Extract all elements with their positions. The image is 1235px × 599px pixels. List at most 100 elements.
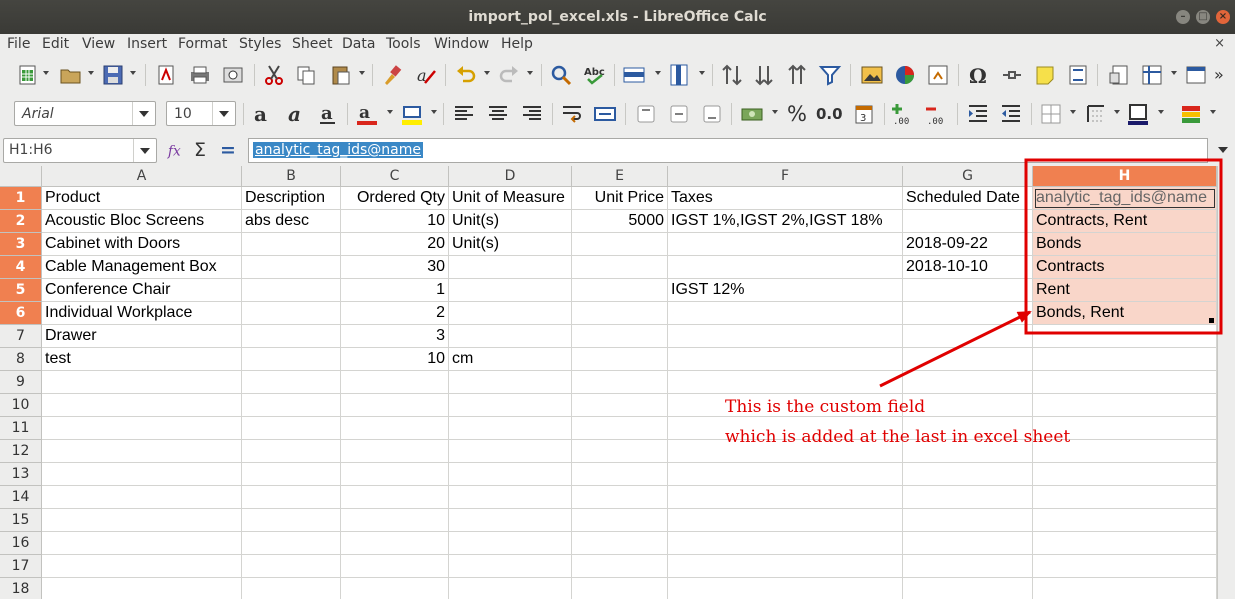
cell-c8[interactable]: 10 (341, 348, 449, 371)
cell-e16[interactable] (572, 532, 668, 555)
cell-a17[interactable] (42, 555, 242, 578)
cell-e6[interactable] (572, 302, 668, 325)
cell-c12[interactable] (341, 440, 449, 463)
border-style-icon[interactable] (1084, 102, 1108, 126)
cell-b6[interactable] (242, 302, 341, 325)
cell-d2[interactable]: Unit(s) (449, 210, 572, 233)
menu-tools[interactable]: Tools (386, 36, 421, 52)
cell-b16[interactable] (242, 532, 341, 555)
cell-g16[interactable] (903, 532, 1033, 555)
cell-g9[interactable] (903, 371, 1033, 394)
cell-g18[interactable] (903, 578, 1033, 599)
cell-g13[interactable] (903, 463, 1033, 486)
increase-indent-icon[interactable] (966, 102, 990, 126)
cell-a16[interactable] (42, 532, 242, 555)
cell-e9[interactable] (572, 371, 668, 394)
cell-h6[interactable]: Bonds, Rent (1033, 302, 1217, 325)
close-window-button[interactable]: × (1216, 10, 1230, 24)
cell-a8[interactable]: test (42, 348, 242, 371)
highlighting-color-icon[interactable] (400, 102, 424, 126)
cell-a6[interactable]: Individual Workplace (42, 302, 242, 325)
print-icon[interactable] (188, 63, 212, 87)
formula-equals-icon[interactable]: = (220, 139, 242, 161)
paste-icon[interactable] (329, 63, 353, 87)
conditional-format-icon[interactable] (1179, 102, 1203, 126)
menu-styles[interactable]: Styles (239, 36, 281, 52)
cell-g17[interactable] (903, 555, 1033, 578)
menu-insert[interactable]: Insert (127, 36, 167, 52)
cell-h1[interactable]: analytic_tag_ids@name (1033, 187, 1217, 210)
cell-f4[interactable] (668, 256, 903, 279)
cell-d17[interactable] (449, 555, 572, 578)
cell-g15[interactable] (903, 509, 1033, 532)
cell-e13[interactable] (572, 463, 668, 486)
more-toolbar-icon[interactable]: » (1214, 65, 1235, 89)
number-format-button[interactable]: 0.0 (816, 102, 844, 126)
spreadsheet-grid[interactable]: A B C D E F G H 1 Product Description Ordered Qty Un… (0, 166, 1235, 599)
cell-g2[interactable] (903, 210, 1033, 233)
cell-b5[interactable] (242, 279, 341, 302)
font-size-box[interactable]: 10 (166, 101, 236, 126)
cell-c6[interactable]: 2 (341, 302, 449, 325)
bold-icon[interactable]: a (250, 102, 274, 126)
cut-icon[interactable] (262, 63, 286, 87)
cell-d14[interactable] (449, 486, 572, 509)
cell-d15[interactable] (449, 509, 572, 532)
sort-descending-icon[interactable] (785, 63, 809, 87)
cell-b14[interactable] (242, 486, 341, 509)
column-header-f[interactable]: F (668, 166, 903, 187)
row-header[interactable]: 14 (0, 486, 42, 509)
cell-b3[interactable] (242, 233, 341, 256)
cell-d3[interactable]: Unit(s) (449, 233, 572, 256)
font-name-dropdown-icon[interactable] (132, 102, 155, 125)
column-header-h[interactable]: H (1033, 166, 1217, 187)
align-right-icon[interactable] (520, 102, 544, 126)
insert-chart-icon[interactable] (893, 63, 917, 87)
spelling-icon[interactable]: Abc (583, 63, 607, 87)
row-header[interactable]: 8 (0, 348, 42, 371)
cell-e12[interactable] (572, 440, 668, 463)
export-pdf-icon[interactable] (154, 63, 178, 87)
cell-b11[interactable] (242, 417, 341, 440)
cell-h16[interactable] (1033, 532, 1217, 555)
cell-b2[interactable]: abs desc (242, 210, 341, 233)
cell-h2[interactable]: Contracts, Rent (1033, 210, 1217, 233)
cell-e17[interactable] (572, 555, 668, 578)
clear-formatting-icon[interactable]: a (414, 63, 438, 87)
cell-h17[interactable] (1033, 555, 1217, 578)
cell-e10[interactable] (572, 394, 668, 417)
cell-a7[interactable]: Drawer (42, 325, 242, 348)
cell-f1[interactable]: Taxes (668, 187, 903, 210)
row-header[interactable]: 18 (0, 578, 42, 599)
row-icon[interactable] (622, 63, 646, 87)
borders-icon[interactable] (1039, 102, 1063, 126)
open-icon[interactable] (59, 63, 83, 87)
cell-b9[interactable] (242, 371, 341, 394)
center-vertically-icon[interactable] (667, 102, 691, 126)
cell-a4[interactable]: Cable Management Box (42, 256, 242, 279)
align-top-icon[interactable] (634, 102, 658, 126)
cell-h18[interactable] (1033, 578, 1217, 599)
menu-data[interactable]: Data (342, 36, 375, 52)
column-header-e[interactable]: E (572, 166, 668, 187)
align-center-icon[interactable] (486, 102, 510, 126)
cell-c11[interactable] (341, 417, 449, 440)
hyperlink-icon[interactable] (1000, 63, 1024, 87)
cell-h8[interactable] (1033, 348, 1217, 371)
cell-e18[interactable] (572, 578, 668, 599)
cell-c4[interactable]: 30 (341, 256, 449, 279)
cell-a12[interactable] (42, 440, 242, 463)
row-header[interactable]: 7 (0, 325, 42, 348)
column-header-a[interactable]: A (42, 166, 242, 187)
cell-a10[interactable] (42, 394, 242, 417)
formula-input[interactable]: analytic_tag_ids@name (248, 138, 1208, 163)
cell-g6[interactable] (903, 302, 1033, 325)
special-character-icon[interactable]: Ω (967, 63, 991, 88)
pivot-table-icon[interactable] (926, 63, 950, 87)
cell-g7[interactable] (903, 325, 1033, 348)
row-header[interactable]: 11 (0, 417, 42, 440)
cell-c13[interactable] (341, 463, 449, 486)
cell-d12[interactable] (449, 440, 572, 463)
cell-d4[interactable] (449, 256, 572, 279)
expand-formula-bar-button[interactable] (1212, 138, 1232, 163)
